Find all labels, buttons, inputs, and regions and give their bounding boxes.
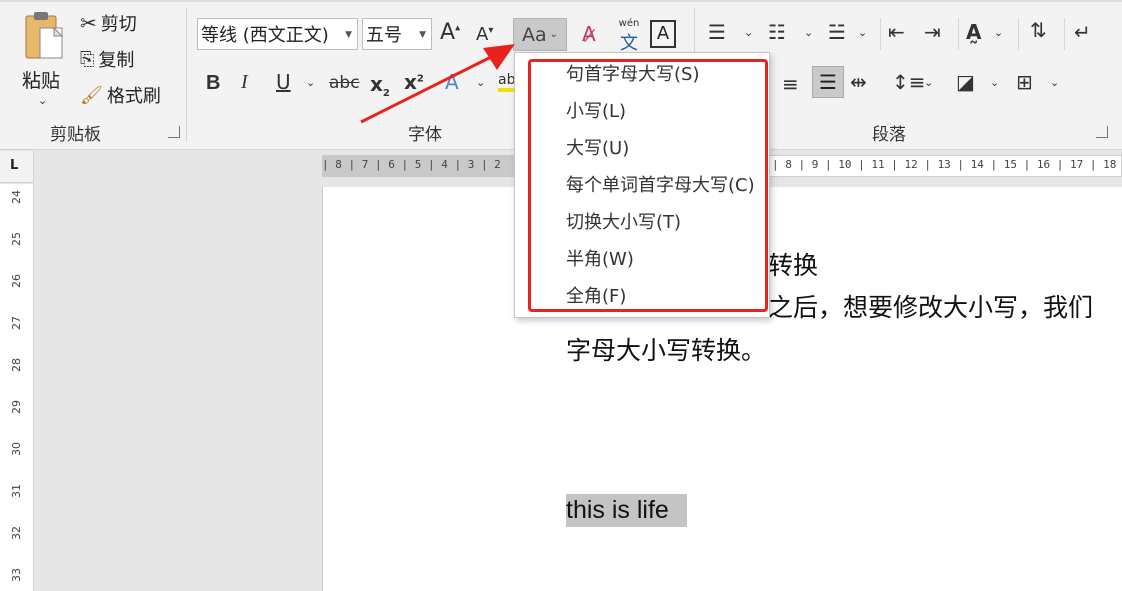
paragraph-group-label: 段落	[872, 125, 906, 145]
paintbrush-icon: 🖌	[80, 84, 103, 106]
chinese-layout-icon[interactable]: A̰	[966, 20, 981, 44]
shading-icon[interactable]: ◪	[956, 70, 975, 94]
distributed-icon[interactable]: ⇹	[850, 70, 867, 94]
cut-label: 剪切	[100, 14, 137, 35]
chevron-down-icon[interactable]: ⌄	[38, 94, 47, 107]
tab-selector[interactable]: L	[0, 151, 34, 183]
format-painter-button[interactable]: 🖌 格式刷	[80, 82, 161, 108]
chevron-down-icon: ⌄	[549, 29, 559, 40]
ruler-number: 27	[10, 316, 23, 330]
document-text[interactable]: 之后，想要修改大小写，我们	[768, 288, 1093, 324]
annotation-arrow-icon	[360, 44, 515, 124]
copy-icon: ⎘	[80, 48, 95, 70]
show-marks-icon[interactable]: ↵	[1074, 20, 1091, 44]
group-separator	[186, 8, 187, 142]
tab-stop-icon: L	[10, 158, 19, 173]
document-text[interactable]: 字母大小写转换。	[566, 331, 766, 367]
ruler-number: 30	[10, 442, 23, 456]
ruler-number: 26	[10, 274, 23, 288]
separator	[1064, 18, 1065, 50]
ruler-number: 32	[10, 526, 23, 540]
italic-button[interactable]: I	[241, 71, 248, 94]
chevron-down-icon[interactable]: ⌄	[804, 26, 813, 39]
font-name-combo[interactable]: 等线 (西文正文) ▼	[197, 18, 358, 50]
multilevel-list-icon[interactable]: ☱	[828, 20, 846, 44]
annotation-highlight-box	[528, 59, 768, 312]
copy-label: 复制	[98, 50, 135, 71]
bullets-icon[interactable]: ☰	[708, 20, 726, 44]
ruler-left-ticks: | 8 | 7 | 6 | 5 | 4 | 3 | 2	[322, 158, 501, 171]
chevron-down-icon[interactable]: ⌄	[990, 76, 999, 89]
separator	[880, 18, 881, 50]
justify-button[interactable]: ☰	[812, 66, 844, 98]
vertical-ruler[interactable]: 24 25 26 27 28 29 30 31 32 33	[0, 184, 34, 591]
ruler-number: 31	[10, 484, 23, 498]
bold-button[interactable]: B	[206, 72, 220, 95]
underline-button[interactable]: U	[276, 70, 291, 94]
clipboard-group-label: 剪贴板	[50, 125, 101, 145]
borders-icon[interactable]: ⊞	[1016, 70, 1033, 94]
document-text[interactable]: 转换	[768, 246, 818, 282]
ruler-number: 29	[10, 400, 23, 414]
separator	[958, 18, 959, 50]
align-right-icon[interactable]: ≡	[782, 72, 799, 96]
phonetic-guide-icon[interactable]: wén 文	[615, 18, 643, 54]
ruler-right-ticks: | 8 | 9 | 10 | 11 | 12 | 13 | 14 | 15 | …	[772, 158, 1122, 171]
chevron-down-icon[interactable]: ⌄	[306, 76, 315, 89]
ruler-number: 28	[10, 358, 23, 372]
clipboard-icon	[25, 12, 64, 59]
decrease-indent-icon[interactable]: ⇤	[888, 20, 905, 44]
scissors-icon: ✂	[80, 11, 97, 35]
paste-label: 粘贴	[22, 70, 61, 92]
character-border-icon[interactable]: A	[650, 20, 676, 48]
paragraph-dialog-launcher-icon[interactable]	[1096, 126, 1108, 138]
chevron-down-icon[interactable]: ⌄	[744, 26, 753, 39]
numbering-icon[interactable]: ☷	[768, 20, 786, 44]
change-case-label: Aa	[521, 23, 547, 46]
separator	[1018, 18, 1019, 50]
line-spacing-icon[interactable]: ↕≡	[892, 70, 926, 94]
ruler-number: 25	[10, 232, 23, 246]
copy-button[interactable]: ⎘ 复制	[80, 46, 134, 72]
ruler-number: 33	[10, 568, 23, 582]
format-painter-label: 格式刷	[106, 86, 161, 107]
clear-formatting-icon[interactable]: A̷	[582, 22, 596, 46]
font-name-value: 等线 (西文正文)	[201, 25, 329, 46]
chevron-down-icon[interactable]: ⌄	[858, 26, 867, 39]
ribbon-top-border	[0, 0, 1122, 2]
sort-icon[interactable]: ⇅	[1030, 18, 1047, 42]
increase-indent-icon[interactable]: ⇥	[924, 20, 941, 44]
selected-text[interactable]: this is life	[566, 494, 687, 527]
chevron-down-icon[interactable]: ⌄	[994, 26, 1003, 39]
chevron-down-icon[interactable]: ⌄	[924, 76, 933, 89]
clipboard-dialog-launcher-icon[interactable]	[168, 126, 180, 138]
chevron-down-icon[interactable]: ⌄	[1050, 76, 1059, 89]
paste-button[interactable]: 粘贴 ⌄	[14, 8, 74, 108]
chevron-down-icon: ▼	[345, 30, 352, 40]
cut-button[interactable]: ✂ 剪切	[80, 10, 137, 36]
ruler-number: 24	[10, 190, 23, 204]
